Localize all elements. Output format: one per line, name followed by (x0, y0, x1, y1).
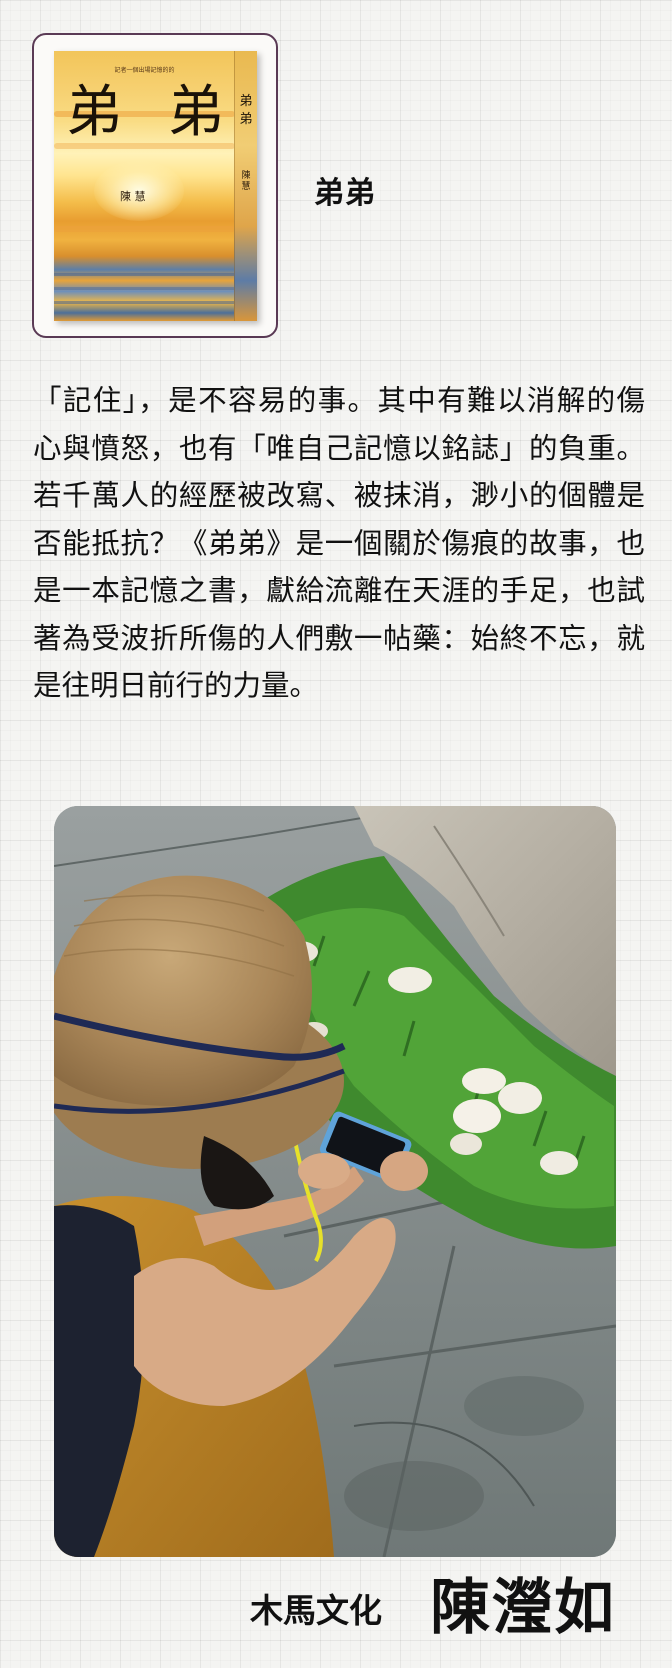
cover-tagline: 記者一個出場記憶的的 (114, 67, 175, 74)
book-promo-page: 記者一個出場記憶的的 弟 弟 陳 慧 弟弟 陳慧 弟弟 「記住」，是不容易的事。… (0, 0, 672, 1668)
publisher-name: 木馬文化 (250, 1591, 382, 1630)
book-description: 「記住」，是不容易的事。其中有難以消解的傷心與憤怒，也有「唯自己記憶以銘誌」的負… (33, 384, 645, 702)
book-cover-image: 記者一個出場記憶的的 弟 弟 陳 慧 弟弟 陳慧 (54, 51, 257, 321)
cover-wave (54, 301, 235, 304)
cover-title: 弟 弟 (66, 80, 238, 145)
author-name: 陳瀅如 (430, 1573, 616, 1643)
book-title: 弟弟 (314, 176, 376, 211)
book-cover-frame: 記者一個出場記憶的的 弟 弟 陳 慧 弟弟 陳慧 (32, 33, 278, 338)
spine-title: 弟弟 (239, 94, 253, 127)
book-spine: 弟弟 陳慧 (234, 51, 257, 321)
spine-author: 陳慧 (241, 171, 251, 192)
cover-cloud (54, 226, 235, 232)
author-photo (54, 806, 616, 1557)
cover-wave (54, 273, 235, 276)
cover-author: 陳 慧 (120, 190, 146, 203)
cover-wave (54, 287, 235, 290)
